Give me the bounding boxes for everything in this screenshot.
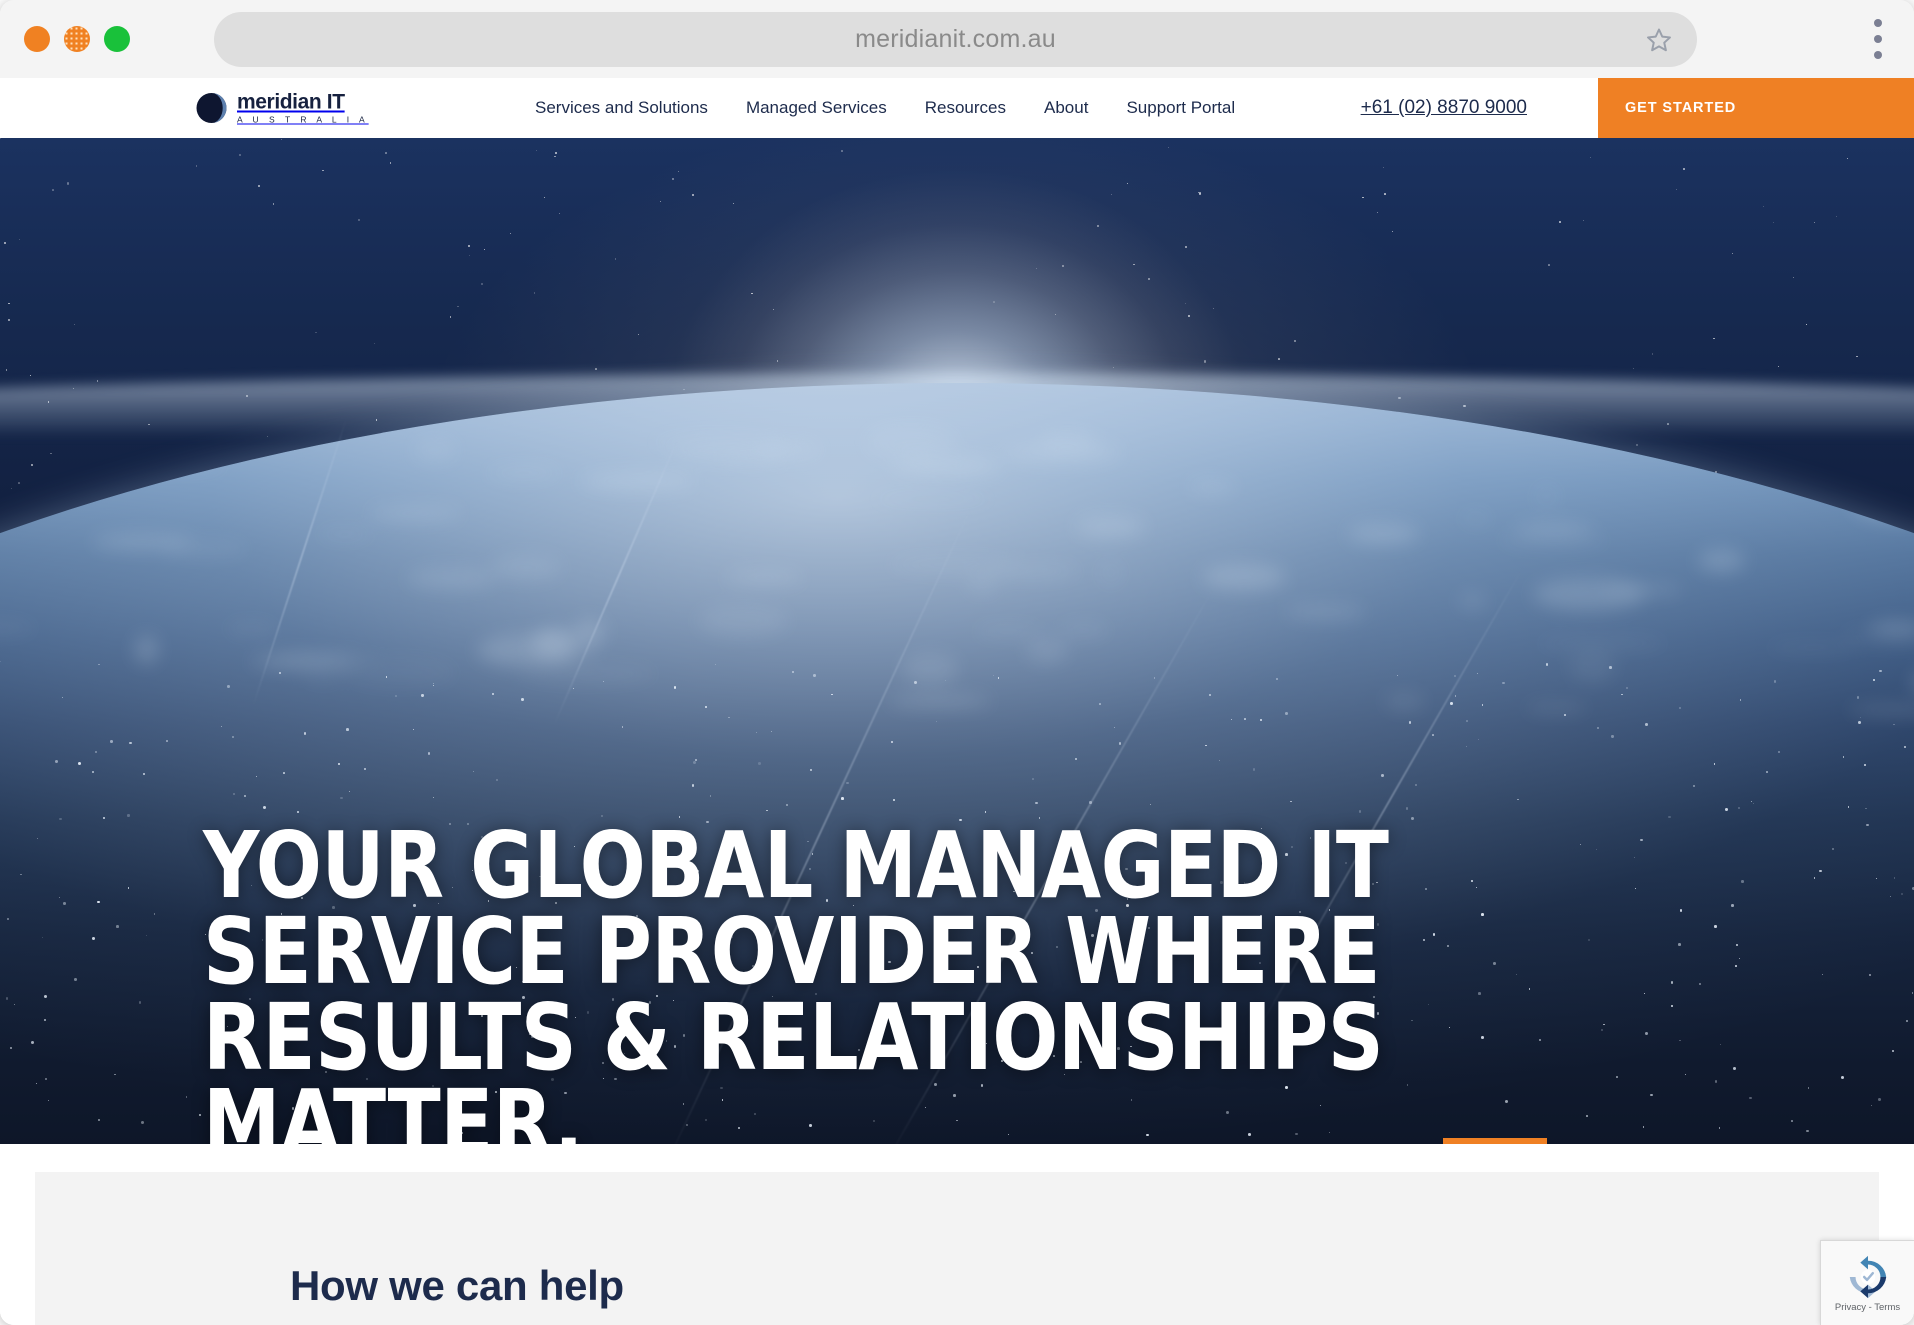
window-traffic-lights	[24, 26, 130, 52]
kebab-dot	[1874, 51, 1882, 59]
url-text: meridianit.com.au	[855, 25, 1056, 53]
hero-headline: YOUR GLOBAL MANAGED IT SERVICE PROVIDER …	[203, 811, 1444, 1144]
minimize-window-button[interactable]	[64, 26, 90, 52]
star-icon[interactable]	[1643, 24, 1675, 56]
site-header: meridian IT A U S T R A L I A Services a…	[0, 78, 1914, 138]
headline-line-1: YOUR GLOBAL MANAGED IT	[203, 811, 1389, 919]
address-bar[interactable]: meridianit.com.au	[214, 12, 1697, 67]
headline-line-3: RESULTS & RELATIONSHIPS	[203, 983, 1384, 1091]
nav-item-managed-services[interactable]: Managed Services	[727, 98, 906, 118]
logo-tagline: A U S T R A L I A	[237, 114, 369, 125]
maximize-window-button[interactable]	[104, 26, 130, 52]
hero-section: YOUR GLOBAL MANAGED IT SERVICE PROVIDER …	[0, 138, 1914, 1144]
recaptcha-badge[interactable]: Privacy - Terms	[1820, 1240, 1914, 1325]
logo-wordmark: meridian IT A U S T R A L I A	[237, 92, 369, 125]
help-section-title: How we can help	[290, 1261, 624, 1309]
nav-item-services-and-solutions[interactable]: Services and Solutions	[516, 98, 727, 118]
kebab-dot	[1874, 35, 1882, 43]
nav-item-support-portal[interactable]: Support Portal	[1107, 98, 1254, 118]
browser-chrome-bar: meridianit.com.au	[0, 0, 1914, 78]
half-circle-globe-icon	[195, 92, 228, 125]
site-logo[interactable]: meridian IT A U S T R A L I A	[195, 92, 369, 125]
recaptcha-icon	[1845, 1254, 1891, 1300]
nav-item-resources[interactable]: Resources	[906, 98, 1025, 118]
logo-name: meridian IT	[237, 90, 345, 114]
hero-content: YOUR GLOBAL MANAGED IT SERVICE PROVIDER …	[0, 138, 1914, 1144]
page-viewport: meridian IT A U S T R A L I A Services a…	[0, 78, 1914, 1325]
main-navigation: Services and Solutions Managed Services …	[516, 98, 1254, 118]
close-window-button[interactable]	[24, 26, 50, 52]
browser-window: meridianit.com.au meridian IT A U S T R …	[0, 0, 1914, 1325]
get-started-button[interactable]: GET STARTED	[1598, 78, 1914, 138]
recaptcha-label: Privacy - Terms	[1834, 1301, 1901, 1313]
nav-item-about[interactable]: About	[1025, 98, 1107, 118]
how-we-can-help-section: How we can help	[0, 1144, 1914, 1325]
kebab-menu-icon[interactable]	[1868, 13, 1888, 65]
kebab-dot	[1874, 19, 1882, 27]
headline-line-2: SERVICE PROVIDER WHERE	[203, 897, 1381, 1005]
phone-number-link[interactable]: +61 (02) 8870 9000	[1361, 97, 1527, 119]
